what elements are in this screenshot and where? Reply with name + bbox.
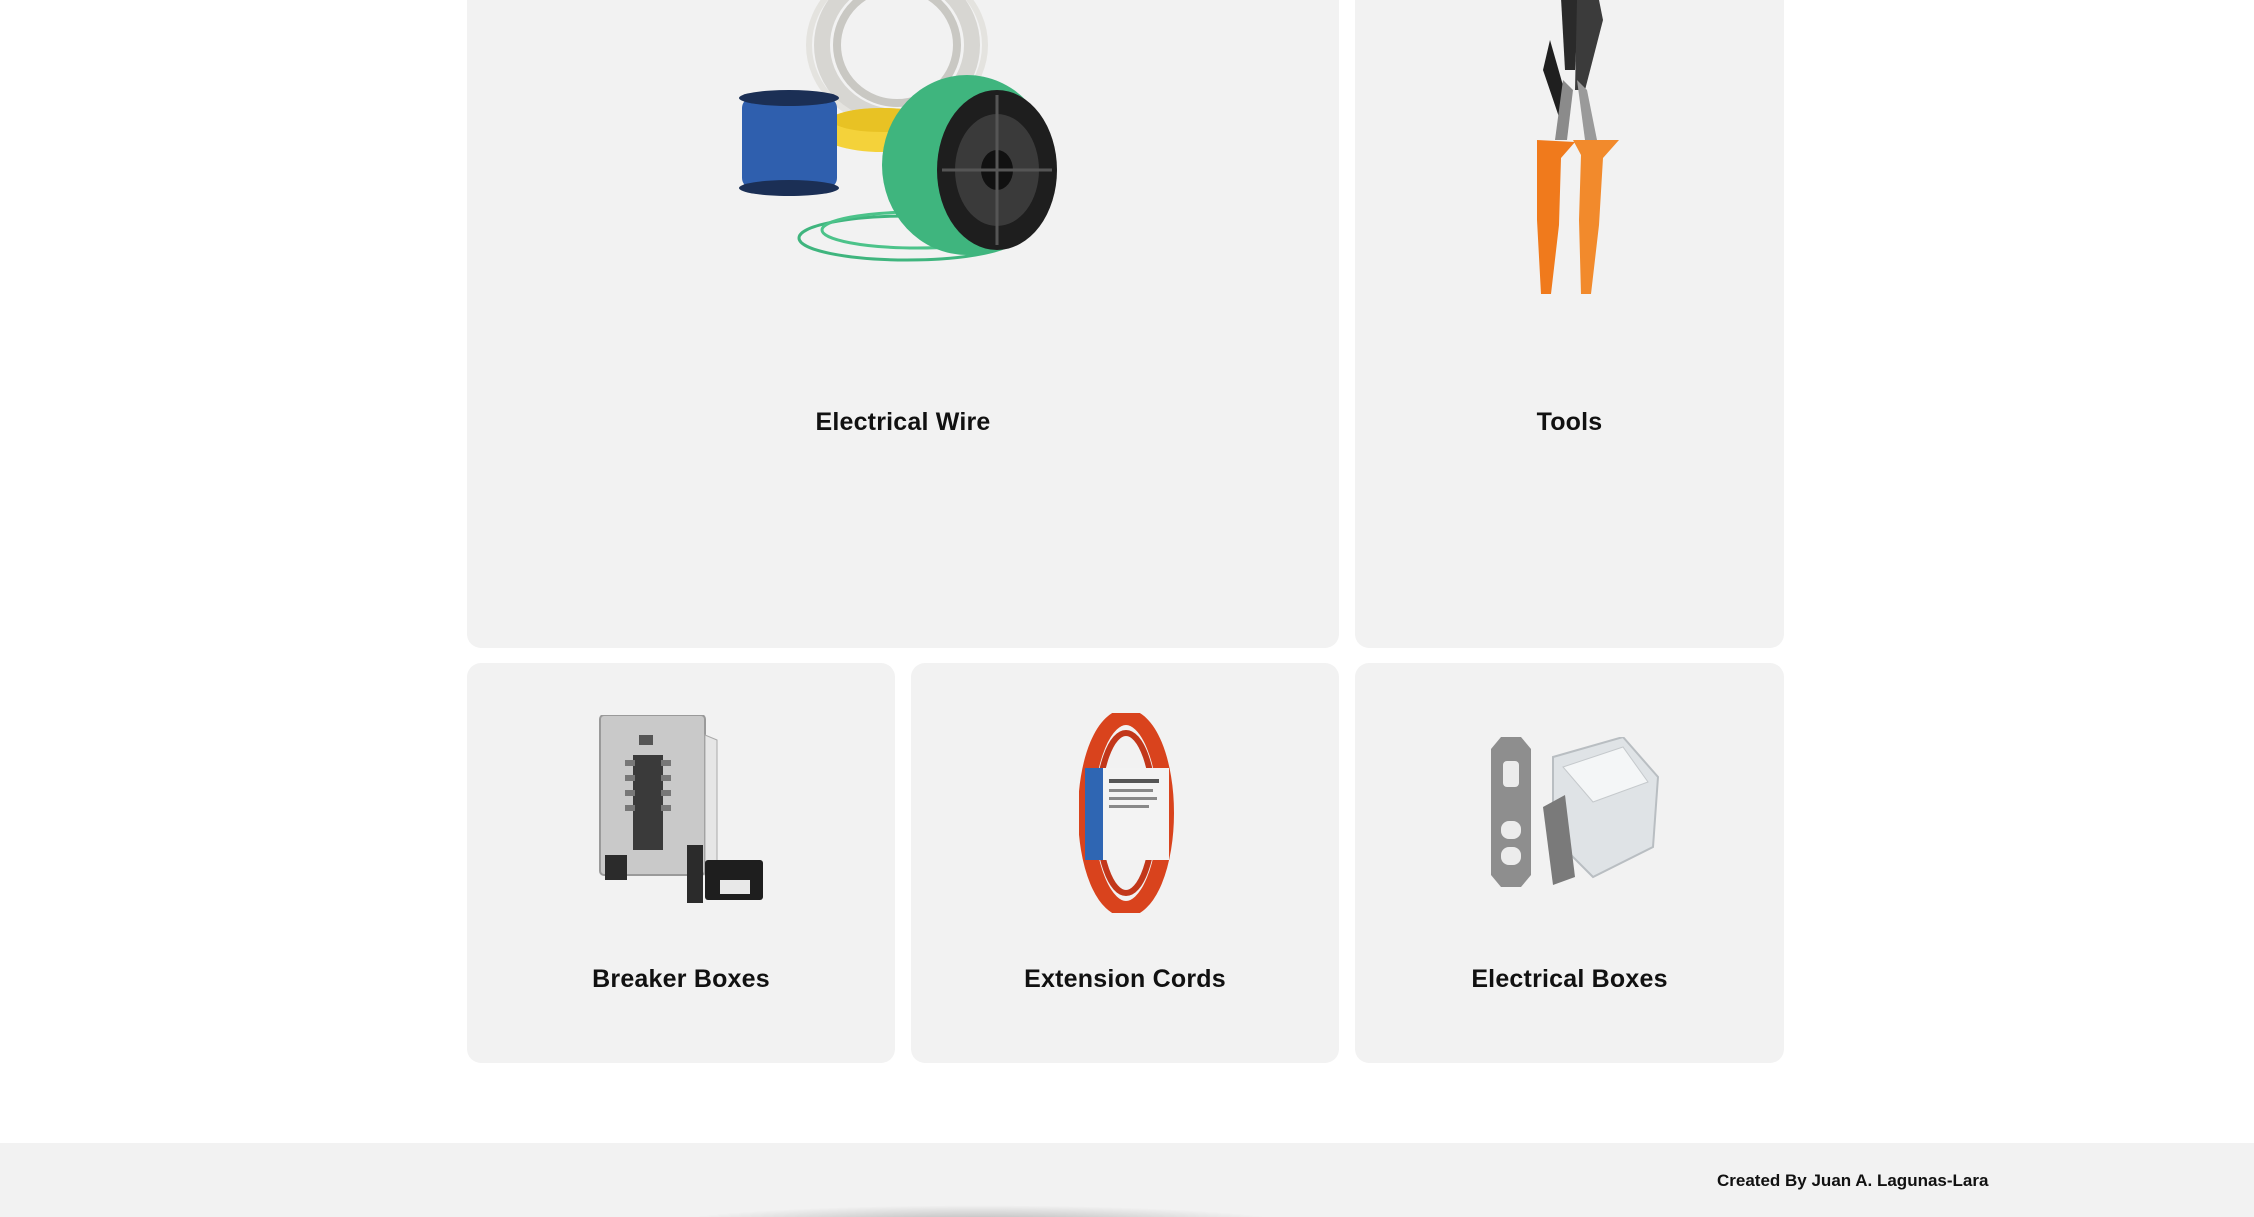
category-label: Breaker Boxes: [592, 965, 770, 993]
category-label: Electrical Wire: [815, 408, 991, 436]
category-card-breaker-boxes[interactable]: Breaker Boxes: [467, 663, 895, 1063]
footer-credit: Created By Juan A. Lagunas-Lara: [1717, 1171, 1989, 1190]
category-card-extension-cords[interactable]: Extension Cords: [911, 663, 1339, 1063]
category-card-electrical-wire[interactable]: Electrical Wire: [467, 0, 1339, 648]
wire-spools-icon: [739, 0, 1057, 262]
footer: Created By Juan A. Lagunas-Lara: [0, 1143, 2254, 1217]
footer-shadow-decoration: [660, 1205, 1300, 1217]
category-label: Extension Cords: [1024, 965, 1226, 993]
category-card-electrical-boxes[interactable]: Electrical Boxes: [1355, 663, 1784, 1063]
extension-cord-icon: [1079, 713, 1174, 913]
electrical-box-icon: [1491, 737, 1660, 887]
category-card-tools[interactable]: Tools: [1355, 0, 1784, 648]
pliers-icon: [1537, 0, 1619, 294]
category-label: Electrical Boxes: [1471, 965, 1668, 993]
category-label: Tools: [1536, 408, 1603, 436]
breaker-panel-icon: [599, 715, 763, 903]
